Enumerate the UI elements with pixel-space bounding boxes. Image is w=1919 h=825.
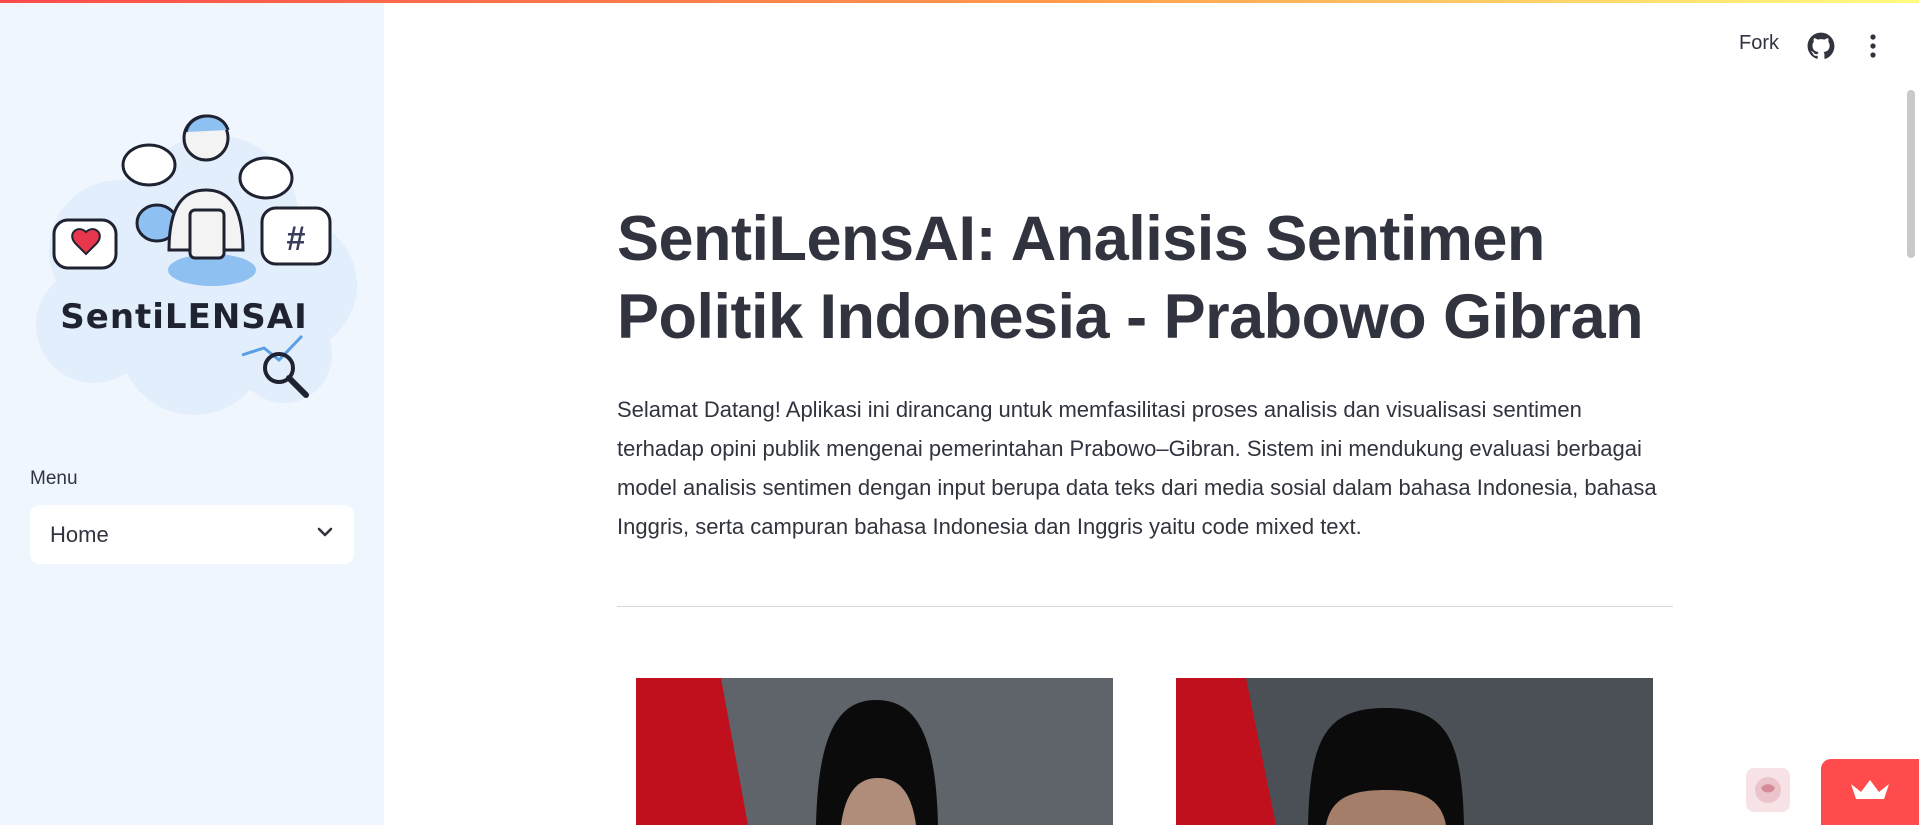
menu-select[interactable]: Home — [30, 505, 354, 564]
app-header: Fork — [1519, 0, 1919, 90]
more-vertical-icon[interactable] — [1867, 32, 1879, 60]
fork-button[interactable]: Fork — [1739, 32, 1779, 55]
chevron-down-icon — [316, 523, 334, 546]
header-decoration-bar — [0, 0, 1919, 3]
crown-icon — [1849, 778, 1891, 807]
github-icon[interactable] — [1807, 32, 1835, 60]
page-scrollbar[interactable] — [1907, 90, 1915, 258]
menu-label: Menu — [30, 468, 78, 489]
gibran-photo — [1176, 678, 1653, 825]
svg-text:#: # — [287, 220, 306, 258]
section-divider — [617, 606, 1673, 607]
intro-paragraph: Selamat Datang! Aplikasi ini dirancang u… — [617, 397, 1657, 539]
prabowo-photo — [636, 678, 1113, 825]
manage-app-button[interactable] — [1821, 759, 1919, 825]
logo-wordmark: SentiLENSAI — [60, 297, 307, 337]
sidebar: # SentiLENSAI Menu Home — [0, 0, 384, 825]
menu-selected-value: Home — [50, 521, 109, 547]
user-avatar-button[interactable] — [1746, 768, 1790, 812]
main-content: SentiLensAI: Analisis Sentimen Politik I… — [617, 200, 1673, 568]
page-title: SentiLensAI: Analisis Sentimen Politik I… — [617, 204, 1644, 352]
app-logo: # SentiLENSAI — [24, 110, 364, 420]
